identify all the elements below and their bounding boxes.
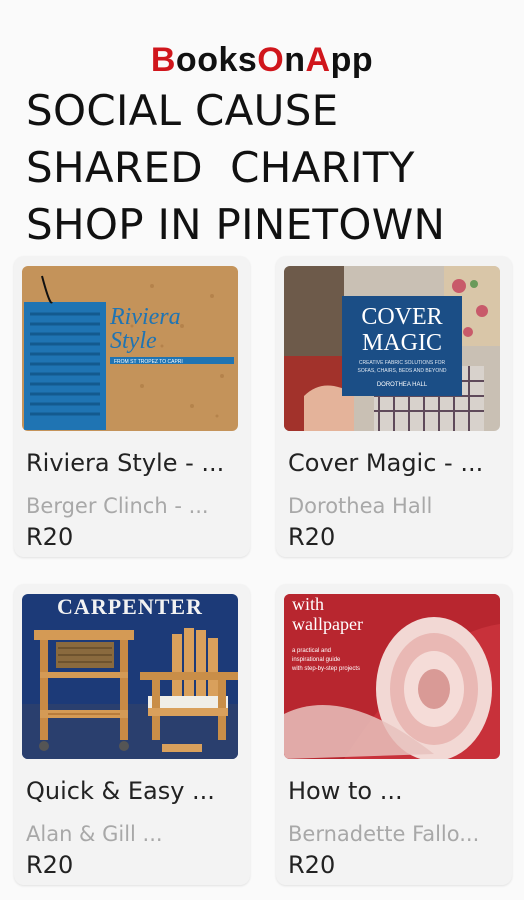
book-price: R20	[26, 851, 74, 879]
cover-text: CREATIVE FABRIC SOLUTIONS FOR	[359, 360, 446, 366]
logo-letters: n	[284, 41, 306, 79]
book-card[interactable]: Riviera Style FROM ST TROPEZ TO CAPRI Ri…	[14, 256, 250, 557]
book-cover-illustration: Riviera Style FROM ST TROPEZ TO CAPRI	[22, 266, 238, 431]
cover-text: FROM ST TROPEZ TO CAPRI	[114, 359, 183, 365]
logo-letters: pp	[330, 41, 374, 79]
book-cover-image[interactable]: with wallpaper a practical and inspirati…	[284, 594, 500, 759]
cover-text: COVER	[361, 304, 442, 330]
book-author: Alan & Gill ...	[26, 822, 163, 846]
shop-title-line: SHARED CHARITY	[26, 143, 415, 192]
book-title[interactable]: Cover Magic - ...	[288, 448, 504, 478]
book-price: R20	[288, 523, 336, 551]
logo-letter: B	[150, 41, 176, 79]
book-card[interactable]: CARPENTER Quick & Easy ... Alan & Gill .…	[14, 584, 250, 885]
cover-text: inspirational guide	[292, 657, 341, 663]
logo-letter: O	[257, 41, 285, 79]
app-screen: BooksOnApp SOCIAL CAUSE SHARED CHARITY S…	[0, 0, 524, 900]
book-author: Bernadette Fallo...	[288, 822, 480, 846]
book-author: Berger Clinch - ...	[26, 494, 209, 518]
cover-text: with step-by-step projects	[291, 666, 360, 672]
logo-letters: ooks	[175, 41, 258, 79]
book-title[interactable]: How to ...	[288, 776, 504, 806]
cover-text: with	[292, 594, 324, 614]
book-cover-image[interactable]: Riviera Style FROM ST TROPEZ TO CAPRI	[22, 266, 238, 431]
book-cover-image[interactable]: CARPENTER	[22, 594, 238, 759]
book-price: R20	[288, 851, 336, 879]
cover-text: CARPENTER	[57, 594, 203, 619]
cover-text: Riviera	[109, 304, 181, 330]
cover-text: a practical and	[292, 648, 331, 654]
book-card[interactable]: COVER MAGIC CREATIVE FABRIC SOLUTIONS FO…	[276, 256, 512, 557]
logo-letter: A	[305, 41, 331, 79]
book-title[interactable]: Quick & Easy ...	[26, 776, 242, 806]
cover-text: DOROTHEA HALL	[377, 382, 428, 388]
shop-title: SOCIAL CAUSE SHARED CHARITY SHOP IN PINE…	[26, 82, 506, 253]
book-author: Dorothea Hall	[288, 494, 433, 518]
cover-text: wallpaper	[292, 614, 363, 634]
book-cover-illustration: CARPENTER	[22, 594, 238, 759]
cover-text: MAGIC	[362, 330, 442, 356]
book-grid: Riviera Style FROM ST TROPEZ TO CAPRI Ri…	[14, 256, 512, 896]
cover-text: SOFAS, CHAIRS, BEDS AND BEYOND	[358, 368, 447, 374]
book-card[interactable]: with wallpaper a practical and inspirati…	[276, 584, 512, 885]
shop-title-line: SHOP IN PINETOWN	[26, 200, 446, 249]
book-price: R20	[26, 523, 74, 551]
book-cover-illustration: with wallpaper a practical and inspirati…	[284, 594, 500, 759]
cover-text: Style	[110, 328, 157, 354]
brand-logo[interactable]: BooksOnApp	[0, 40, 524, 80]
shop-title-line: SOCIAL CAUSE	[26, 86, 339, 135]
book-title[interactable]: Riviera Style - ...	[26, 448, 242, 478]
book-cover-illustration: COVER MAGIC CREATIVE FABRIC SOLUTIONS FO…	[284, 266, 500, 431]
book-cover-image[interactable]: COVER MAGIC CREATIVE FABRIC SOLUTIONS FO…	[284, 266, 500, 431]
